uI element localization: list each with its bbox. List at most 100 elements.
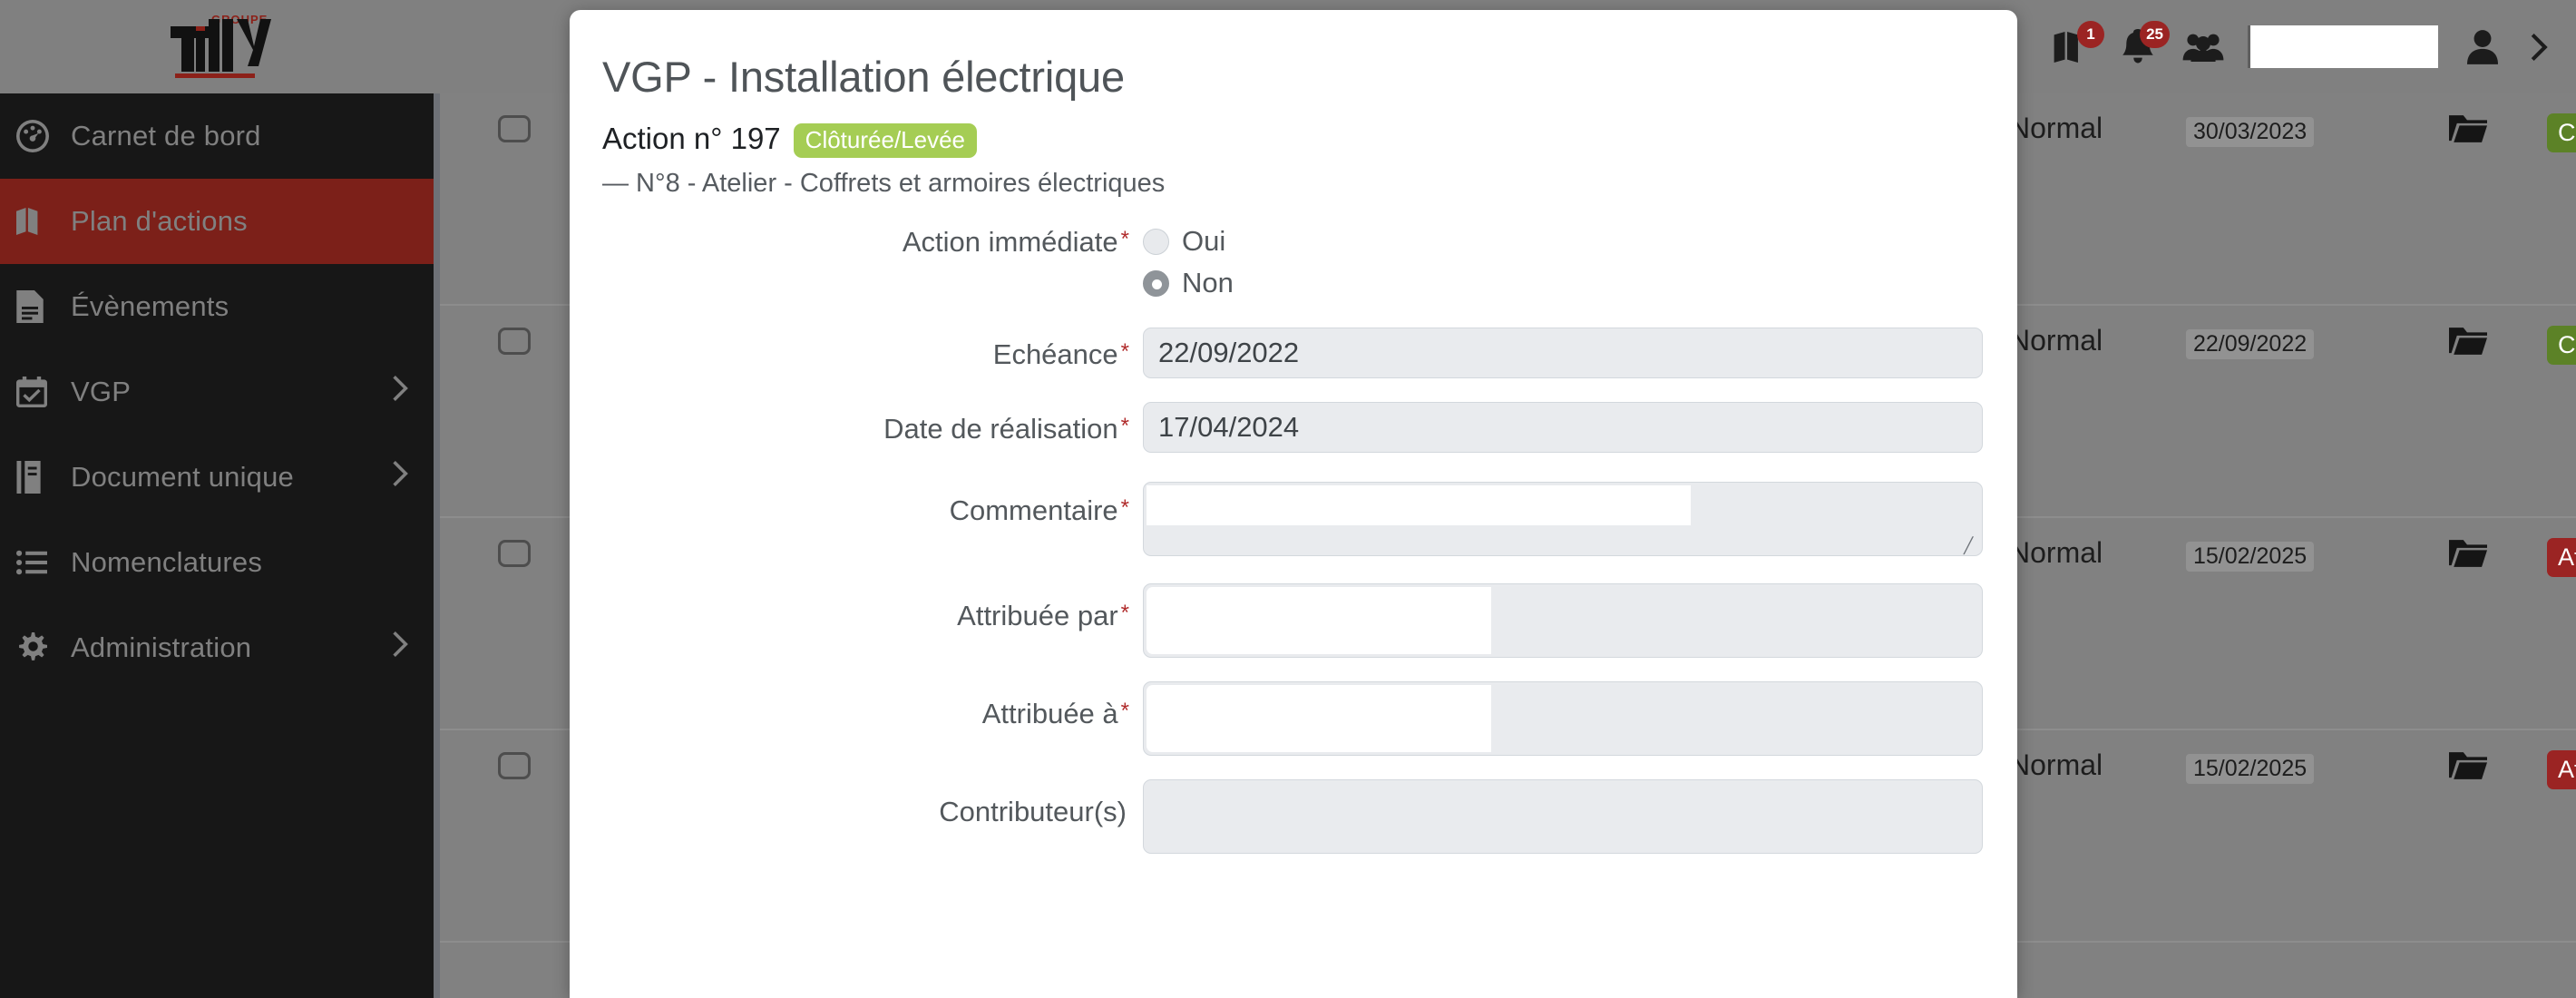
row-checkbox[interactable] — [498, 540, 531, 567]
chevron-right-icon — [391, 459, 409, 495]
field-label: Attribuée à * — [570, 681, 1143, 730]
field-label: Contributeur(s) — [570, 779, 1143, 828]
chevron-right-icon — [391, 374, 409, 410]
app-root: GROUPE — [0, 0, 2576, 998]
status-badge: Clô — [2547, 326, 2576, 365]
folder-icon[interactable] — [2449, 538, 2487, 573]
field-echeance: Echéance * 22/09/2022 — [570, 328, 2017, 378]
sidebar-item-document-unique[interactable]: Document unique — [0, 435, 440, 520]
sidebar-item-label: Administration — [71, 631, 252, 663]
tilly-logo-icon: GROUPE — [159, 12, 281, 83]
cell-priority: Normal — [2009, 536, 2103, 569]
field-label-text: Commentaire — [949, 494, 1118, 526]
radio-icon-checked[interactable] — [1143, 269, 1169, 297]
field-commentaire: Commentaire * ╱ — [570, 482, 2017, 556]
modal-title: VGP - Installation électrique — [602, 53, 1125, 101]
date-realisation-input[interactable]: 17/04/2024 — [1143, 402, 1983, 453]
calendar-check-icon — [16, 377, 65, 407]
redaction-block — [1147, 485, 1691, 525]
action-detail-modal: VGP - Installation électrique Action n° … — [570, 10, 2017, 998]
brand-logo[interactable]: GROUPE — [0, 0, 440, 93]
gear-icon — [16, 632, 65, 663]
sidebar-item-label: Document unique — [71, 461, 294, 493]
field-label-text: Action immédiate — [902, 226, 1118, 258]
required-marker: * — [1120, 495, 1129, 520]
sidebar-item-label: Plan d'actions — [71, 205, 248, 237]
required-marker: * — [1120, 699, 1129, 723]
field-control — [1143, 779, 2017, 854]
row-checkbox[interactable] — [498, 752, 531, 779]
row-checkbox[interactable] — [498, 328, 531, 355]
field-control: 17/04/2024 — [1143, 402, 2017, 453]
chevron-right-icon[interactable] — [2527, 26, 2551, 68]
sidebar-edge — [434, 93, 440, 998]
status-badge: Att — [2547, 750, 2576, 789]
folder-icon[interactable] — [2449, 113, 2487, 149]
required-marker: * — [1120, 227, 1129, 251]
action-number: Action n° 197 — [602, 122, 781, 155]
radio-icon-unchecked[interactable] — [1143, 228, 1169, 255]
field-label: Commentaire * — [570, 482, 1143, 527]
field-contributeurs: Contributeur(s) — [570, 779, 2017, 854]
user-icon[interactable] — [2462, 26, 2503, 68]
bell-icon[interactable]: 25 — [2117, 20, 2170, 68]
sidebar-item-label: VGP — [71, 376, 132, 407]
bell-badge: 25 — [2140, 20, 2170, 48]
required-marker: * — [1120, 414, 1129, 438]
cell-date: 22/09/2022 — [2186, 329, 2315, 359]
map-icon — [16, 208, 65, 235]
breadcrumb: — N°8 - Atelier - Coffrets et armoires é… — [602, 169, 1166, 198]
required-marker: * — [1120, 601, 1129, 625]
field-label: Echéance * — [570, 328, 1143, 371]
field-label: Attribuée par * — [570, 583, 1143, 632]
status-badge: Clôturée/Levée — [793, 123, 978, 158]
field-label-text: Attribuée à — [981, 698, 1118, 729]
field-label-text: Contributeur(s) — [939, 796, 1127, 827]
sidebar-item-label: Nomenclatures — [71, 546, 263, 578]
field-label: Action immédiate * — [570, 220, 1143, 259]
contributeurs-select[interactable] — [1143, 779, 1983, 854]
radio-label: Oui — [1182, 225, 1226, 257]
field-label: Date de réalisation * — [570, 402, 1143, 445]
redaction-block — [1147, 685, 1491, 752]
document-icon — [16, 290, 65, 323]
radio-option-oui[interactable]: Oui — [1143, 220, 1983, 262]
status-badge: Clô — [2547, 113, 2576, 152]
sidebar-item-plan-d-actions[interactable]: Plan d'actions — [0, 179, 440, 264]
map-badge: 1 — [2077, 20, 2104, 48]
folder-icon[interactable] — [2449, 326, 2487, 361]
attribuee-par-select[interactable] — [1143, 583, 1983, 658]
chevron-right-icon — [391, 630, 409, 666]
sidebar-item-nomenclatures[interactable]: Nomenclatures — [0, 520, 440, 605]
commentaire-textarea[interactable]: ╱ — [1143, 482, 1983, 556]
radio-option-non[interactable]: Non — [1143, 262, 1983, 304]
map-icon[interactable]: 1 — [2052, 20, 2104, 68]
sidebar-item-vgp[interactable]: VGP — [0, 349, 440, 435]
radio-label: Non — [1182, 267, 1234, 298]
action-form: Action immédiate * Oui Non Echéance * 22… — [570, 199, 2017, 854]
row-checkbox[interactable] — [498, 115, 531, 142]
cell-priority: Normal — [2009, 324, 2103, 357]
echeance-input[interactable]: 22/09/2022 — [1143, 328, 1983, 378]
resize-handle-icon[interactable]: ╱ — [1964, 538, 1976, 553]
folder-icon[interactable] — [2449, 750, 2487, 786]
search-input[interactable] — [2248, 25, 2438, 68]
users-icon[interactable] — [2182, 26, 2224, 68]
sidebar-item-administration[interactable]: Administration — [0, 605, 440, 690]
redaction-block — [1147, 587, 1491, 654]
cell-date: 15/02/2025 — [2186, 542, 2315, 572]
cell-priority: Normal — [2009, 748, 2103, 781]
top-bar-icons: 1 25 — [2052, 0, 2576, 93]
sidebar-item-label: Évènements — [71, 290, 229, 322]
field-label-text: Date de réalisation — [883, 413, 1118, 445]
modal-subtitle: Action n° 197 Clôturée/Levée — [570, 102, 2017, 158]
sidebar-item-label: Carnet de bord — [71, 120, 261, 152]
sidebar-item-carnet-de-bord[interactable]: Carnet de bord — [0, 93, 440, 179]
cell-date: 15/02/2025 — [2186, 754, 2315, 784]
sidebar-item-evenements[interactable]: Évènements — [0, 264, 440, 349]
field-attribuee-par: Attribuée par * — [570, 583, 2017, 658]
attribuee-a-select[interactable] — [1143, 681, 1983, 756]
field-control: 22/09/2022 — [1143, 328, 2017, 378]
field-control — [1143, 583, 2017, 658]
required-marker: * — [1120, 339, 1129, 364]
